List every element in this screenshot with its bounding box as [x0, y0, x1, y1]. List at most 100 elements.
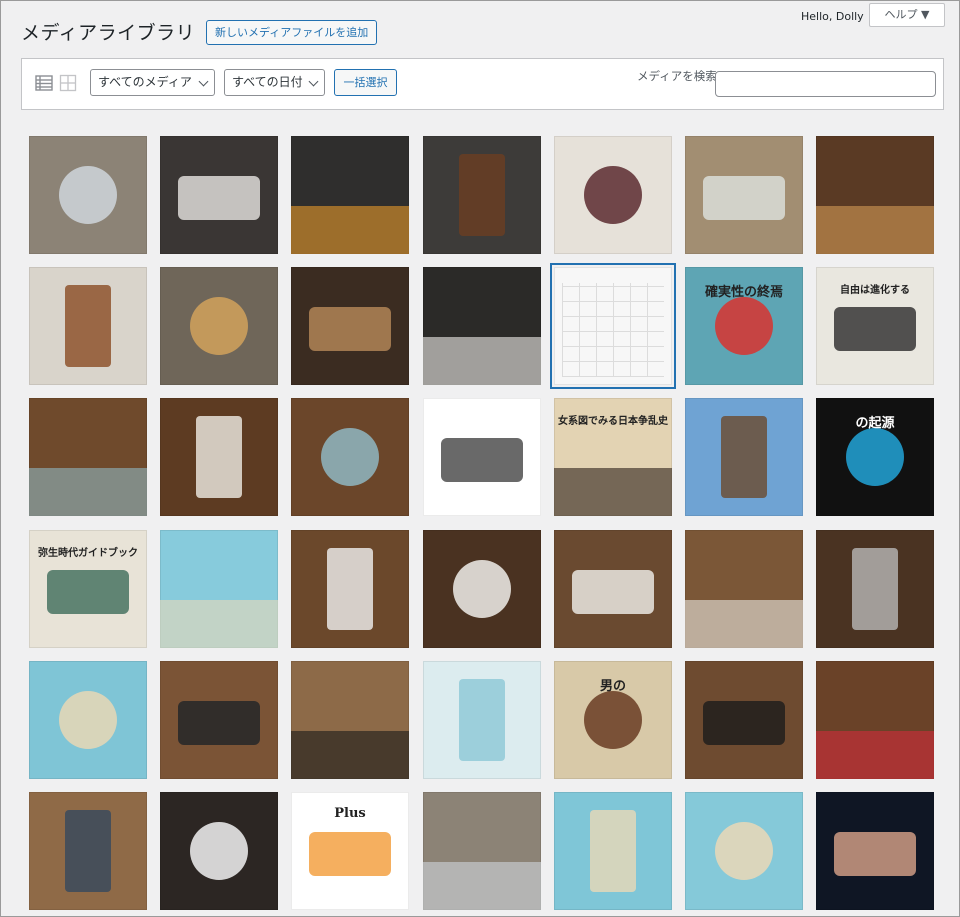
thumbnail-image	[47, 570, 129, 614]
media-thumbnail[interactable]	[291, 661, 409, 779]
search-label: メディアを検索	[637, 69, 717, 83]
thumbnail-image	[178, 176, 260, 220]
media-thumbnail[interactable]: Plus	[291, 792, 409, 910]
media-thumbnail[interactable]	[160, 136, 278, 254]
page-title: メディアライブラリ	[21, 22, 196, 44]
media-thumbnail[interactable]	[423, 530, 541, 648]
media-thumbnail[interactable]	[423, 792, 541, 910]
media-thumbnail[interactable]	[554, 136, 672, 254]
date-filter-value: すべての日付	[232, 75, 303, 89]
date-filter[interactable]: すべての日付	[224, 69, 325, 96]
thumbnail-image	[715, 297, 773, 355]
thumbnail-title: 女系図でみる日本争乱史	[558, 416, 668, 427]
media-thumbnail[interactable]	[816, 136, 934, 254]
media-thumbnail[interactable]	[816, 792, 934, 910]
thumbnail-image	[65, 810, 111, 892]
thumbnail-image	[291, 206, 409, 254]
media-type-filter[interactable]: すべてのメディア	[90, 69, 215, 96]
media-thumbnail[interactable]: 自由は進化する	[816, 267, 934, 385]
thumbnail-image	[715, 822, 773, 880]
thumbnail-image	[590, 810, 636, 892]
thumbnail-title: 弥生時代ガイドブック	[38, 548, 138, 559]
media-thumbnail[interactable]	[816, 661, 934, 779]
thumbnail-image	[291, 731, 409, 779]
thumbnail-image	[703, 176, 785, 220]
media-thumbnail[interactable]: 確実性の終焉	[685, 267, 803, 385]
grid-view-icon[interactable]	[59, 74, 77, 92]
media-thumbnail[interactable]	[29, 267, 147, 385]
thumbnail-image	[584, 691, 642, 749]
thumbnail-image	[59, 166, 117, 224]
media-thumbnail[interactable]	[685, 398, 803, 516]
thumbnail-image	[423, 337, 541, 385]
media-thumbnail[interactable]	[29, 661, 147, 779]
media-thumbnail[interactable]	[160, 661, 278, 779]
thumbnail-image	[309, 832, 391, 876]
media-thumbnail[interactable]: 女系図でみる日本争乱史	[554, 398, 672, 516]
thumbnail-image	[459, 154, 505, 236]
thumbnail-image	[703, 701, 785, 745]
media-thumbnail[interactable]: 弥生時代ガイドブック	[29, 530, 147, 648]
media-thumbnail[interactable]	[423, 136, 541, 254]
media-thumbnail[interactable]: 男の	[554, 661, 672, 779]
help-button[interactable]: ヘルプ ▼	[869, 3, 945, 27]
thumbnail-image	[584, 166, 642, 224]
thumbnail-image	[441, 438, 523, 482]
thumbnail-image	[160, 600, 278, 648]
thumbnail-image	[459, 679, 505, 761]
media-toolbar: すべてのメディア すべての日付 一括選択 メディアを検索	[21, 58, 944, 110]
thumbnail-title: 男の	[599, 679, 626, 694]
search-input[interactable]	[715, 71, 936, 97]
thumbnail-image	[572, 570, 654, 614]
media-thumbnail[interactable]	[550, 263, 676, 389]
thumbnail-title: 自由は進化する	[840, 285, 910, 296]
media-thumbnail[interactable]	[160, 530, 278, 648]
thumbnail-image	[196, 416, 242, 498]
media-thumbnail[interactable]	[291, 136, 409, 254]
media-thumbnail[interactable]	[554, 530, 672, 648]
media-thumbnail[interactable]	[160, 792, 278, 910]
thumbnail-image	[846, 428, 904, 486]
thumbnail-title: Plus	[334, 806, 366, 821]
thumbnail-image	[65, 285, 111, 367]
media-thumbnail[interactable]	[685, 530, 803, 648]
thumbnail-image	[327, 548, 373, 630]
user-greeting: Hello, Dolly	[801, 10, 864, 23]
list-view-icon[interactable]	[35, 74, 53, 92]
media-thumbnail[interactable]	[685, 792, 803, 910]
thumbnail-image	[59, 691, 117, 749]
media-thumbnail[interactable]	[29, 792, 147, 910]
thumbnail-image	[453, 560, 511, 618]
thumbnail-image	[554, 468, 672, 516]
media-thumbnail[interactable]	[291, 398, 409, 516]
thumbnail-image	[562, 283, 664, 377]
media-thumbnail[interactable]	[554, 792, 672, 910]
thumbnail-image	[190, 822, 248, 880]
media-thumbnail[interactable]	[423, 398, 541, 516]
media-thumbnail[interactable]	[29, 398, 147, 516]
media-thumbnail[interactable]	[685, 661, 803, 779]
thumbnail-image	[834, 832, 916, 876]
thumbnail-image	[834, 307, 916, 351]
media-thumbnail[interactable]	[291, 530, 409, 648]
thumbnail-image	[721, 416, 767, 498]
thumbnail-image	[685, 600, 803, 648]
thumbnail-title: 確実性の終焉	[704, 285, 783, 300]
media-thumbnail[interactable]	[29, 136, 147, 254]
chevron-down-icon	[308, 76, 319, 87]
media-thumbnail[interactable]	[160, 398, 278, 516]
media-thumbnail[interactable]	[160, 267, 278, 385]
thumbnail-image	[190, 297, 248, 355]
media-thumbnail[interactable]	[423, 267, 541, 385]
media-thumbnail[interactable]	[291, 267, 409, 385]
media-thumbnail[interactable]	[685, 136, 803, 254]
thumbnail-image	[178, 701, 260, 745]
add-new-media-button[interactable]: 新しいメディアファイルを追加	[206, 20, 378, 45]
thumbnail-image	[423, 862, 541, 910]
thumbnail-image	[321, 428, 379, 486]
media-thumbnail[interactable]	[423, 661, 541, 779]
thumbnail-image	[816, 206, 934, 254]
media-thumbnail[interactable]: の起源	[816, 398, 934, 516]
bulk-select-button[interactable]: 一括選択	[334, 69, 397, 96]
media-thumbnail[interactable]	[816, 530, 934, 648]
